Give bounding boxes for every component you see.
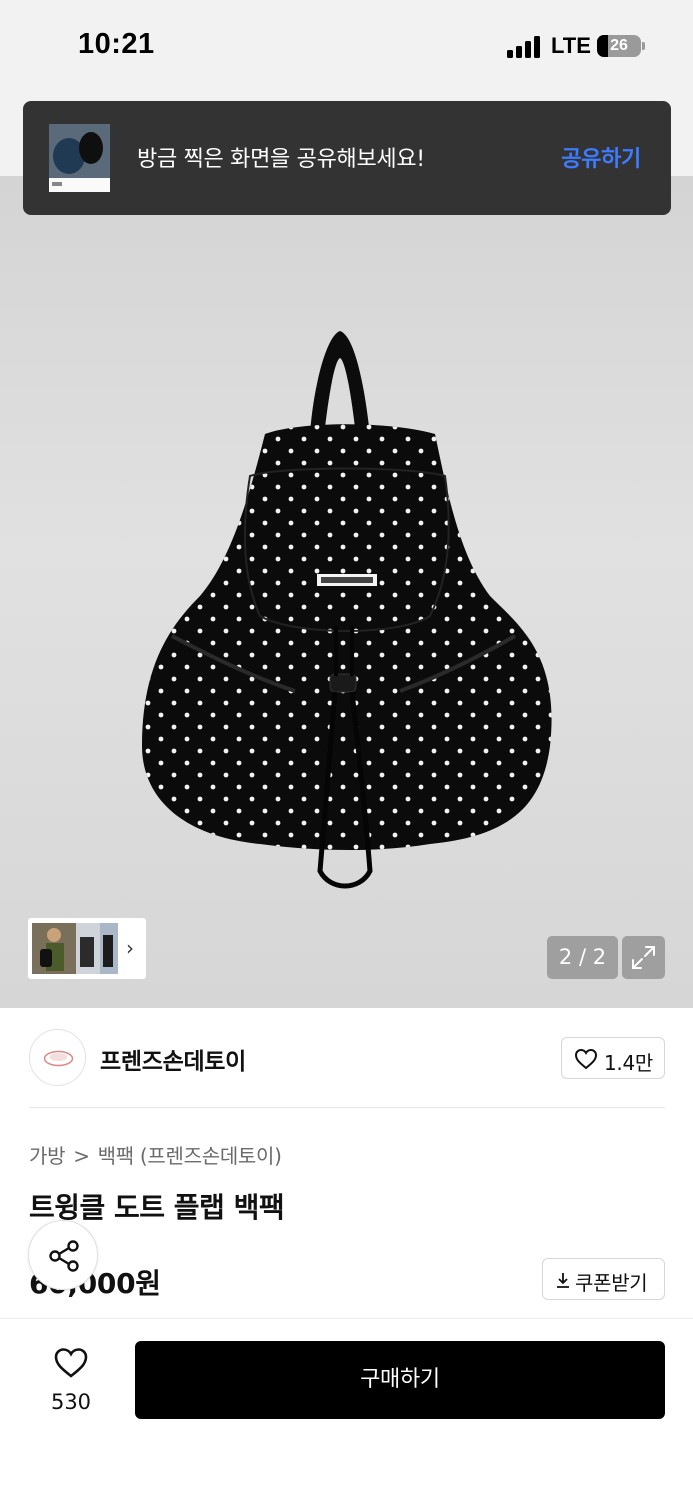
breadcrumb: 가방 > 백팩 (프렌즈손데토이) bbox=[29, 1140, 282, 1169]
coupon-label: 쿠폰받기 bbox=[575, 1271, 648, 1295]
download-icon bbox=[557, 1273, 569, 1288]
divider bbox=[29, 1107, 665, 1108]
heart-icon bbox=[574, 1048, 598, 1070]
network-type: LTE bbox=[551, 33, 591, 58]
thumbnail-model-2[interactable] bbox=[76, 923, 100, 974]
image-thumbnail-strip[interactable]: › bbox=[28, 918, 146, 979]
breadcrumb-category[interactable]: 가방 bbox=[29, 1144, 66, 1168]
toast-share-button[interactable]: 공유하기 bbox=[561, 141, 641, 173]
product-page: 10:21 LTE 26 방금 찍은 화면을 공유해보세요! 공유하기 › 2 … bbox=[0, 0, 693, 1500]
wishlist-button[interactable]: 530 bbox=[36, 1343, 106, 1423]
thumbnail-model-1[interactable] bbox=[32, 923, 78, 974]
image-pager: 2 / 2 bbox=[547, 936, 618, 979]
chevron-right-icon[interactable]: › bbox=[126, 936, 134, 960]
buy-button[interactable]: 구매하기 bbox=[135, 1341, 665, 1419]
wishlist-count: 530 bbox=[50, 1390, 92, 1414]
thumbnail-model-3[interactable] bbox=[100, 923, 118, 974]
share-icon bbox=[49, 1240, 79, 1272]
status-time: 10:21 bbox=[78, 28, 155, 60]
product-image-gallery[interactable] bbox=[0, 176, 693, 1008]
cellular-signal-icon bbox=[507, 36, 543, 58]
heart-icon bbox=[54, 1348, 88, 1378]
breadcrumb-subcategory[interactable]: 백팩 (프렌즈손데토이) bbox=[98, 1144, 282, 1168]
brand-like-button[interactable]: 1.4만 bbox=[561, 1037, 665, 1079]
battery-level: 26 bbox=[610, 37, 628, 54]
share-button[interactable] bbox=[28, 1220, 98, 1290]
product-image-backpack bbox=[142, 331, 552, 889]
battery-icon: 26 bbox=[597, 35, 645, 57]
coupon-download-button[interactable]: 쿠폰받기 bbox=[542, 1258, 665, 1300]
expand-icon[interactable] bbox=[622, 936, 665, 979]
toast-message: 방금 찍은 화면을 공유해보세요! bbox=[137, 147, 425, 172]
bottom-action-bar: 530 구매하기 bbox=[0, 1318, 693, 1500]
share-toast: 방금 찍은 화면을 공유해보세요! 공유하기 bbox=[23, 101, 671, 215]
brand-name[interactable]: 프렌즈손데토이 bbox=[100, 1042, 246, 1076]
brand-logo[interactable] bbox=[29, 1029, 86, 1086]
breadcrumb-separator: > bbox=[73, 1144, 90, 1168]
brand-like-count: 1.4만 bbox=[604, 1051, 654, 1075]
screenshot-thumbnail[interactable] bbox=[49, 124, 110, 192]
